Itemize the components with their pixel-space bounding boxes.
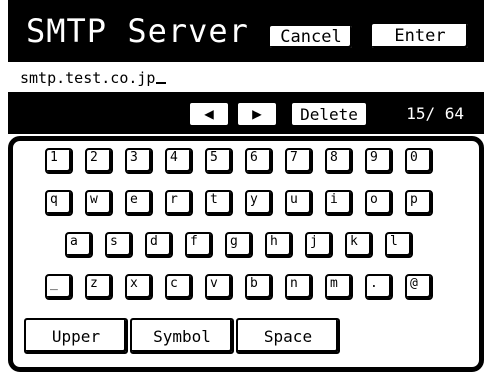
key-e[interactable]: e bbox=[125, 190, 153, 216]
key-label: 1 bbox=[50, 150, 58, 165]
key-at[interactable]: @ bbox=[405, 274, 433, 300]
page-title: SMTP Server bbox=[26, 12, 249, 50]
key-label: 8 bbox=[330, 150, 338, 165]
key-s[interactable]: s bbox=[105, 232, 133, 258]
key-f[interactable]: f bbox=[185, 232, 213, 258]
key-label: f bbox=[190, 234, 198, 249]
key-w[interactable]: w bbox=[85, 190, 113, 216]
key-label: 3 bbox=[130, 150, 138, 165]
cancel-button[interactable]: Cancel bbox=[268, 24, 354, 50]
key-label: x bbox=[130, 276, 138, 291]
key-2[interactable]: 2 bbox=[85, 148, 113, 174]
key-label: @ bbox=[410, 276, 418, 291]
cursor-left-button[interactable]: ◀ bbox=[188, 101, 230, 127]
key-label: m bbox=[330, 276, 338, 291]
key-period[interactable]: . bbox=[365, 274, 393, 300]
key-label: l bbox=[390, 234, 398, 249]
key-b[interactable]: b bbox=[245, 274, 273, 300]
key-label: h bbox=[270, 234, 278, 249]
key-label: z bbox=[90, 276, 98, 291]
space-button[interactable]: Space bbox=[236, 318, 340, 354]
key-label: d bbox=[150, 234, 158, 249]
key-underscore[interactable]: _ bbox=[45, 274, 73, 300]
key-label: j bbox=[310, 234, 318, 249]
key-1[interactable]: 1 bbox=[45, 148, 73, 174]
key-label: y bbox=[250, 192, 258, 207]
key-q[interactable]: q bbox=[45, 190, 73, 216]
key-label: . bbox=[370, 276, 378, 291]
key-label: e bbox=[130, 192, 138, 207]
key-g[interactable]: g bbox=[225, 232, 253, 258]
key-label: r bbox=[170, 192, 178, 207]
key-label: q bbox=[50, 192, 58, 207]
key-3[interactable]: 3 bbox=[125, 148, 153, 174]
text-entry-field[interactable]: smtp.test.co.jp bbox=[8, 62, 484, 94]
character-counter: 15/ 64 bbox=[406, 104, 464, 123]
key-label: 9 bbox=[370, 150, 378, 165]
key-c[interactable]: c bbox=[165, 274, 193, 300]
key-label: 7 bbox=[290, 150, 298, 165]
key-label: _ bbox=[50, 276, 58, 291]
key-x[interactable]: x bbox=[125, 274, 153, 300]
key-label: 2 bbox=[90, 150, 98, 165]
key-o[interactable]: o bbox=[365, 190, 393, 216]
key-i[interactable]: i bbox=[325, 190, 353, 216]
key-label: t bbox=[210, 192, 218, 207]
key-6[interactable]: 6 bbox=[245, 148, 273, 174]
key-label: i bbox=[330, 192, 338, 207]
key-label: n bbox=[290, 276, 298, 291]
key-r[interactable]: r bbox=[165, 190, 193, 216]
key-label: 5 bbox=[210, 150, 218, 165]
key-d[interactable]: d bbox=[145, 232, 173, 258]
key-a[interactable]: a bbox=[65, 232, 93, 258]
key-j[interactable]: j bbox=[305, 232, 333, 258]
key-u[interactable]: u bbox=[285, 190, 313, 216]
key-label: c bbox=[170, 276, 178, 291]
key-8[interactable]: 8 bbox=[325, 148, 353, 174]
text-cursor bbox=[156, 82, 167, 84]
key-label: v bbox=[210, 276, 218, 291]
key-9[interactable]: 9 bbox=[365, 148, 393, 174]
key-7[interactable]: 7 bbox=[285, 148, 313, 174]
upper-button[interactable]: Upper bbox=[24, 318, 128, 354]
key-h[interactable]: h bbox=[265, 232, 293, 258]
key-label: k bbox=[350, 234, 358, 249]
key-z[interactable]: z bbox=[85, 274, 113, 300]
delete-button[interactable]: Delete bbox=[290, 101, 368, 127]
key-y[interactable]: y bbox=[245, 190, 273, 216]
key-label: p bbox=[410, 192, 418, 207]
key-0[interactable]: 0 bbox=[405, 148, 433, 174]
key-label: a bbox=[70, 234, 78, 249]
left-arrow-icon: ◀ bbox=[204, 104, 214, 123]
key-k[interactable]: k bbox=[345, 232, 373, 258]
key-label: 6 bbox=[250, 150, 258, 165]
cursor-right-button[interactable]: ▶ bbox=[236, 101, 278, 127]
key-label: s bbox=[110, 234, 118, 249]
key-label: g bbox=[230, 234, 238, 249]
key-m[interactable]: m bbox=[325, 274, 353, 300]
key-label: b bbox=[250, 276, 258, 291]
key-4[interactable]: 4 bbox=[165, 148, 193, 174]
key-label: u bbox=[290, 192, 298, 207]
key-label: 4 bbox=[170, 150, 178, 165]
entry-value: smtp.test.co.jp bbox=[20, 69, 156, 87]
key-5[interactable]: 5 bbox=[205, 148, 233, 174]
key-label: o bbox=[370, 192, 378, 207]
key-t[interactable]: t bbox=[205, 190, 233, 216]
enter-button[interactable]: Enter bbox=[370, 22, 470, 50]
right-arrow-icon: ▶ bbox=[252, 104, 262, 123]
key-label: w bbox=[90, 192, 98, 207]
key-n[interactable]: n bbox=[285, 274, 313, 300]
edit-control-bar: ◀ ▶ Delete 15/ 64 bbox=[8, 94, 484, 134]
key-v[interactable]: v bbox=[205, 274, 233, 300]
key-l[interactable]: l bbox=[385, 232, 413, 258]
entry-value-wrap: smtp.test.co.jp bbox=[20, 69, 167, 87]
symbol-button[interactable]: Symbol bbox=[130, 318, 234, 354]
key-p[interactable]: p bbox=[405, 190, 433, 216]
key-label: 0 bbox=[410, 150, 418, 165]
